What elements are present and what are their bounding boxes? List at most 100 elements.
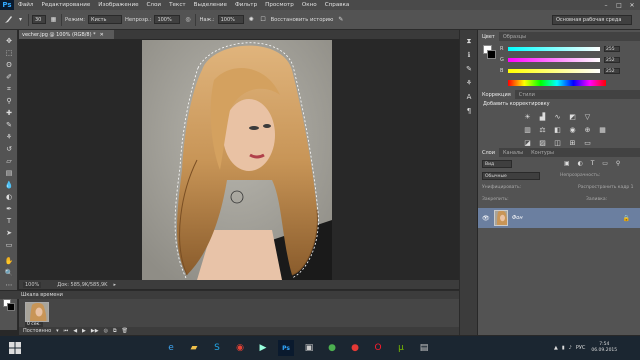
brush-size-picker[interactable]: 30 bbox=[32, 15, 46, 24]
color-balance-icon[interactable]: ⚖ bbox=[537, 125, 548, 135]
history-brush-tool-icon[interactable]: ↺ bbox=[3, 144, 15, 154]
blur-tool-icon[interactable]: 💧 bbox=[3, 180, 15, 190]
zoom-level[interactable]: 100% bbox=[23, 281, 42, 288]
terminal-icon[interactable]: ▤ bbox=[416, 340, 432, 356]
pressure-size-icon[interactable]: ✎ bbox=[336, 15, 345, 24]
channel-mixer-icon[interactable]: ⊕ bbox=[582, 125, 593, 135]
crop-tool-icon[interactable]: ⌗ bbox=[3, 84, 15, 94]
tab-channels[interactable]: Каналы bbox=[499, 148, 527, 157]
blend-mode-select[interactable]: Обычные bbox=[482, 172, 540, 180]
layer-kind-filter[interactable]: Вид bbox=[482, 160, 512, 168]
background-color-swatch[interactable] bbox=[7, 303, 15, 311]
layer-name[interactable]: Фон bbox=[512, 215, 523, 221]
hue-saturation-icon[interactable]: ▥ bbox=[522, 125, 533, 135]
minimize-button[interactable]: – bbox=[600, 0, 612, 10]
lasso-tool-icon[interactable]: ʘ bbox=[3, 60, 15, 70]
pressure-opacity-icon[interactable]: ◎ bbox=[183, 15, 192, 24]
path-selection-tool-icon[interactable]: ➤ bbox=[3, 228, 15, 238]
next-frame-icon[interactable]: ▶▶ bbox=[91, 328, 99, 334]
green-channel-value[interactable]: 252 bbox=[604, 57, 620, 63]
tab-layers[interactable]: Слои bbox=[478, 148, 499, 157]
healing-brush-tool-icon[interactable]: ✚ bbox=[3, 108, 15, 118]
tab-swatches[interactable]: Образцы bbox=[499, 32, 530, 41]
menu-select[interactable]: Выделение bbox=[190, 2, 231, 8]
brush-tool-icon[interactable]: ✎ bbox=[3, 120, 15, 130]
menu-edit[interactable]: Редактирование bbox=[37, 2, 94, 8]
levels-icon[interactable]: ▟ bbox=[537, 112, 548, 122]
menu-window[interactable]: Окно bbox=[298, 2, 321, 8]
tween-icon[interactable]: ◎ bbox=[104, 328, 108, 334]
start-icon[interactable] bbox=[7, 340, 23, 356]
workspace-select[interactable]: Основная рабочая среда bbox=[552, 15, 632, 25]
menu-layers[interactable]: Слои bbox=[143, 2, 166, 8]
color-bg-swatch[interactable] bbox=[487, 50, 496, 59]
gradient-map-icon[interactable]: ▭ bbox=[582, 138, 593, 148]
play-icon[interactable]: ▶ bbox=[82, 328, 86, 334]
tab-adjustments[interactable]: Коррекция bbox=[478, 90, 515, 99]
color-lookup-icon[interactable]: ▦ bbox=[597, 125, 608, 135]
clone-stamp-tool-icon[interactable]: ⚘ bbox=[3, 132, 15, 142]
restore-history-checkbox[interactable]: ☐ bbox=[259, 15, 268, 24]
eye-icon[interactable]: 👁 bbox=[482, 215, 490, 222]
torrent-icon[interactable]: μ bbox=[393, 340, 409, 356]
layer-filter-icons[interactable]: ▣ ◐ T ▭ ⚲ bbox=[564, 160, 623, 167]
blue-channel-slider[interactable] bbox=[508, 69, 600, 73]
close-tab-icon[interactable]: ✕ bbox=[100, 32, 104, 38]
document-tab[interactable]: vecher.jpg @ 100% (RGB/8) * ✕ bbox=[19, 30, 114, 39]
previous-frame-icon[interactable]: ◀ bbox=[73, 328, 77, 334]
color-ramp[interactable] bbox=[508, 80, 606, 86]
posterize-icon[interactable]: ▨ bbox=[537, 138, 548, 148]
propagate-frame-label[interactable]: Распространить кадр 1 bbox=[578, 185, 634, 190]
menu-filter[interactable]: Фильтр bbox=[231, 2, 261, 8]
zoom-tool-icon[interactable]: 🔍 bbox=[3, 268, 15, 278]
mode-select[interactable]: Кисть bbox=[88, 15, 123, 24]
character-panel-icon[interactable]: A bbox=[464, 92, 474, 102]
brightness-contrast-icon[interactable]: ☀ bbox=[522, 112, 533, 122]
curves-icon[interactable]: ∿ bbox=[552, 112, 563, 122]
delete-frame-icon[interactable]: 🗑 bbox=[122, 328, 128, 334]
dodge-tool-icon[interactable]: ◐ bbox=[3, 192, 15, 202]
volume-icon[interactable]: ♪ bbox=[569, 345, 572, 351]
green-channel-slider[interactable] bbox=[508, 58, 600, 62]
first-frame-icon[interactable]: ⏮ bbox=[64, 328, 69, 334]
green-app-icon[interactable]: ● bbox=[324, 340, 340, 356]
media-player-icon[interactable]: ▶ bbox=[255, 340, 271, 356]
more-tools-icon[interactable]: ⋯ bbox=[3, 280, 15, 290]
properties-panel-icon[interactable]: ℹ bbox=[464, 50, 474, 60]
menu-view[interactable]: Просмотр bbox=[261, 2, 298, 8]
photo-filter-icon[interactable]: ◉ bbox=[567, 125, 578, 135]
menu-file[interactable]: Файл bbox=[14, 2, 37, 8]
photoshop-taskbar-icon[interactable]: Ps bbox=[278, 340, 294, 356]
eyedropper-tool-icon[interactable]: ⚲ bbox=[3, 96, 15, 106]
folder-icon[interactable]: ▰ bbox=[186, 340, 202, 356]
red-app-icon[interactable]: ● bbox=[347, 340, 363, 356]
video-app-icon[interactable]: ▣ bbox=[301, 340, 317, 356]
tab-paths[interactable]: Контуры bbox=[527, 148, 558, 157]
selective-color-icon[interactable]: ⊞ bbox=[567, 138, 578, 148]
loop-mode-select[interactable]: Постоянно bbox=[23, 328, 51, 334]
black-white-icon[interactable]: ◧ bbox=[552, 125, 563, 135]
chevron-down-icon[interactable]: ▾ bbox=[16, 15, 25, 24]
timeline-title[interactable]: Шкала времени bbox=[21, 292, 63, 298]
maximize-button[interactable]: □ bbox=[613, 0, 625, 10]
duplicate-frame-icon[interactable]: ⧉ bbox=[113, 328, 117, 334]
keyboard-language[interactable]: РУС bbox=[576, 345, 586, 351]
brush-panel-icon[interactable]: ▦ bbox=[49, 15, 58, 24]
menu-type[interactable]: Текст bbox=[165, 2, 190, 8]
chevron-down-icon[interactable]: ▾ bbox=[56, 328, 59, 334]
tab-styles[interactable]: Стили bbox=[515, 90, 539, 99]
network-icon[interactable]: ▮ bbox=[562, 345, 565, 351]
exposure-icon[interactable]: ◩ bbox=[567, 112, 578, 122]
canvas-area[interactable] bbox=[19, 39, 459, 280]
blue-channel-value[interactable]: 252 bbox=[604, 68, 620, 74]
chrome-icon[interactable]: ◉ bbox=[232, 340, 248, 356]
airbrush-icon[interactable]: ✺ bbox=[247, 15, 256, 24]
marquee-tool-icon[interactable]: ⬚ bbox=[3, 48, 15, 58]
document-image[interactable] bbox=[142, 40, 332, 280]
status-menu-arrow-icon[interactable]: ▸ bbox=[113, 282, 116, 288]
invert-icon[interactable]: ◪ bbox=[522, 138, 533, 148]
threshold-icon[interactable]: ◫ bbox=[552, 138, 563, 148]
skype-icon[interactable]: S bbox=[209, 340, 225, 356]
document-info[interactable]: Док: 585,9K/585,9K bbox=[57, 282, 107, 288]
quick-selection-tool-icon[interactable]: ✐ bbox=[3, 72, 15, 82]
